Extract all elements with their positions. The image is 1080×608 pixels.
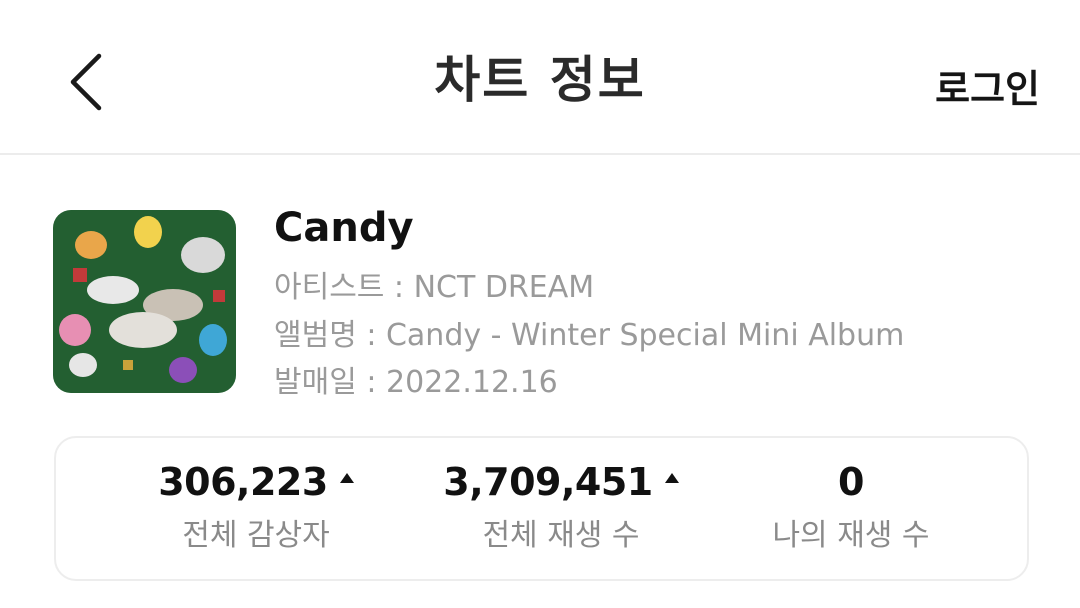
- stat-total-listeners: 306,223 전체 감상자: [136, 460, 376, 554]
- stat-total-plays: 3,709,451 전체 재생 수: [431, 460, 691, 554]
- stat-number: 306,223: [158, 460, 328, 504]
- stats-card: 306,223 전체 감상자 3,709,451 전체 재생 수 0 나의 재생…: [54, 436, 1029, 581]
- trend-up-icon: [664, 473, 679, 483]
- stat-number: 0: [838, 460, 864, 504]
- stat-number: 3,709,451: [443, 460, 653, 504]
- trend-up-icon: [339, 473, 354, 483]
- album-line: 앨범명 : Candy - Winter Special Mini Album: [274, 318, 905, 353]
- login-button[interactable]: 로그인: [935, 58, 1040, 113]
- stat-label: 전체 재생 수: [482, 518, 640, 553]
- stat-my-plays: 0 나의 재생 수: [741, 460, 961, 554]
- stat-label: 전체 감상자: [182, 518, 330, 553]
- song-title: Candy: [274, 205, 414, 251]
- app-header: 차트 정보 로그인: [0, 0, 1080, 155]
- album-cover-image: [53, 210, 236, 393]
- stat-value: 0: [838, 460, 864, 504]
- artist-line: 아티스트 : NCT DREAM: [274, 270, 595, 305]
- release-date-line: 발매일 : 2022.12.16: [274, 365, 558, 400]
- stat-value: 3,709,451: [443, 460, 679, 504]
- page-title: 차트 정보: [434, 51, 646, 109]
- stat-value: 306,223: [158, 460, 354, 504]
- stat-label: 나의 재생 수: [772, 518, 930, 553]
